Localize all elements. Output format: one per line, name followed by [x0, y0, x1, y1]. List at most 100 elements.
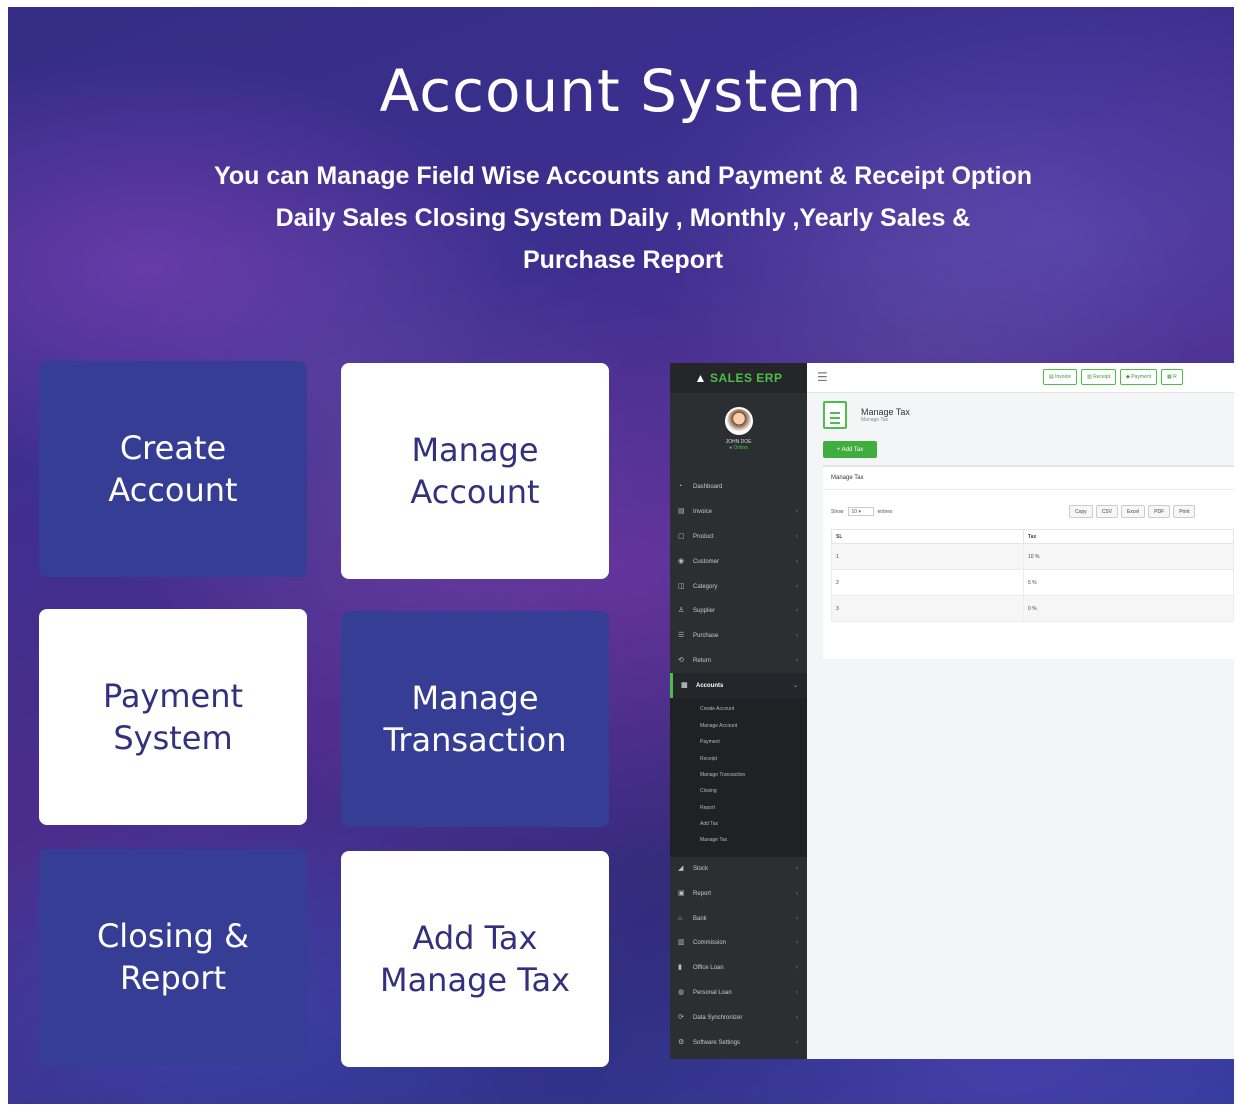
- add-tax-button[interactable]: + Add Tax: [823, 441, 877, 458]
- receipt-button[interactable]: ▥ Receipt: [1080, 369, 1117, 385]
- length-control: Show 10 ▾ entries: [831, 507, 893, 516]
- avatar[interactable]: [724, 407, 753, 435]
- table-row: 3 0 %: [831, 595, 1234, 622]
- document-icon: [823, 401, 847, 429]
- submenu-item-add-tax[interactable]: Add Tax: [670, 816, 807, 832]
- button-label: Payment: [1131, 374, 1152, 380]
- export-buttons: Copy CSV Excel PDF Print: [1069, 505, 1196, 518]
- card-manage-transaction: Manage Transaction: [341, 611, 609, 827]
- submenu-item-payment[interactable]: Payment: [670, 734, 807, 750]
- sidebar-item-product[interactable]: ▢ Product ‹: [670, 525, 807, 550]
- app-logo[interactable]: ▲ SALES ERP: [670, 363, 807, 393]
- chevron-left-icon: ‹: [796, 1039, 798, 1046]
- dashboard-icon: ◔: [678, 483, 683, 491]
- card-label: Manage Transaction: [383, 679, 567, 759]
- card-manage-account: Manage Account: [341, 363, 609, 579]
- chevron-left-icon: ‹: [796, 965, 798, 972]
- sidebar-item-customer[interactable]: ◉ Customer ‹: [670, 549, 807, 574]
- payment-button[interactable]: ◆ Payment: [1120, 369, 1158, 385]
- submenu-item-manage-account[interactable]: Manage Account: [670, 718, 807, 734]
- stock-icon: ◢: [678, 865, 684, 873]
- chevron-left-icon: ‹: [796, 940, 798, 947]
- sidebar-item-label: Bank: [693, 915, 707, 922]
- sidebar-item-label: Product: [693, 533, 714, 540]
- button-label: Invoice: [1055, 374, 1071, 380]
- submenu-item-create-account[interactable]: Create Account: [670, 701, 807, 717]
- sidebar-item-invoice[interactable]: ▤ Invoice ‹: [670, 500, 807, 525]
- sidebar-item-label: Purchase: [693, 633, 719, 640]
- chevron-left-icon: ‹: [796, 1014, 798, 1021]
- purchase-icon: ☰: [678, 632, 685, 640]
- print-button[interactable]: Print: [1173, 505, 1196, 518]
- sidebar-item-software-settings[interactable]: ⚙ Software Settings ‹: [670, 1030, 807, 1055]
- chevron-left-icon: ‹: [796, 915, 798, 922]
- entries-label: entries: [877, 508, 893, 515]
- overflow-button[interactable]: ▦ R: [1161, 369, 1183, 385]
- supplier-icon: ♙: [678, 607, 685, 615]
- menu-toggle-icon[interactable]: ☰: [817, 371, 828, 383]
- sidebar-item-personal-loan[interactable]: ◍ Personal Loan ‹: [670, 981, 807, 1006]
- sidebar-item-label: Accounts: [696, 682, 724, 689]
- sidebar-item-label: Stock: [693, 866, 709, 873]
- sidebar: ▲ SALES ERP JOHN DOE ● Online ◔ Dashboard …: [670, 363, 807, 1059]
- excel-button[interactable]: Excel: [1120, 505, 1146, 518]
- subtitle-line: Daily Sales Closing System Daily , Month…: [275, 204, 971, 232]
- sidebar-item-label: Personal Loan: [693, 990, 732, 997]
- column-header-sl[interactable]: SL: [831, 529, 1024, 544]
- commission-icon: ▥: [678, 939, 685, 947]
- card-label: Add Tax Manage Tax: [379, 919, 571, 999]
- sidebar-item-label: Data Synchronizer: [693, 1014, 743, 1021]
- accounts-submenu: Create Account Manage Account Payment Re…: [670, 698, 807, 857]
- accounts-icon: ▦: [681, 681, 688, 689]
- chevron-left-icon: ‹: [796, 633, 798, 640]
- pdf-button[interactable]: PDF: [1148, 505, 1171, 518]
- sidebar-item-return[interactable]: ⟲ Return ‹: [670, 649, 807, 674]
- invoice-button[interactable]: ▤ Invoice: [1043, 369, 1077, 385]
- submenu-item-closing[interactable]: Closing: [670, 783, 807, 799]
- copy-button[interactable]: Copy: [1069, 505, 1093, 518]
- sidebar-item-office-loan[interactable]: ▮ Office Loan ‹: [670, 956, 807, 981]
- chevron-left-icon: ‹: [796, 558, 798, 565]
- submenu-item-manage-tax[interactable]: Manage Tax: [670, 832, 807, 848]
- top-buttons: ▤ Invoice ▥ Receipt ◆ Payment ▦ R: [1043, 369, 1183, 385]
- personal-loan-icon: ◍: [678, 989, 685, 997]
- breadcrumb[interactable]: Manage Tax: [861, 417, 910, 423]
- office-loan-icon: ▮: [678, 964, 682, 972]
- product-icon: ▢: [678, 532, 685, 540]
- table-row: 2 5 %: [831, 569, 1234, 596]
- sidebar-item-category[interactable]: ◫ Category ‹: [670, 574, 807, 599]
- chevron-left-icon: ‹: [796, 583, 798, 590]
- chevron-left-icon: ‹: [796, 990, 798, 997]
- card-payment-system: Payment System: [39, 609, 307, 825]
- return-icon: ⟲: [678, 656, 684, 664]
- sidebar-item-label: Customer: [693, 558, 720, 565]
- csv-button[interactable]: CSV: [1095, 505, 1118, 518]
- sidebar-item-bank[interactable]: ⌂ Bank ‹: [670, 906, 807, 931]
- chevron-left-icon: ‹: [796, 866, 798, 873]
- logo-text: SALES ERP: [709, 371, 783, 385]
- sidebar-item-commission[interactable]: ▥ Commission ‹: [670, 931, 807, 956]
- user-status: ● Online: [729, 445, 748, 451]
- sidebar-item-purchase[interactable]: ☰ Purchase ‹: [670, 624, 807, 649]
- sidebar-item-accounts[interactable]: ▦ Accounts ⌄: [670, 673, 807, 699]
- banner-title: Account System: [379, 57, 863, 125]
- sidebar-item-dashboard[interactable]: ◔ Dashboard: [670, 475, 807, 500]
- sidebar-item-data-synchronizer[interactable]: ⟳ Data Synchronizer ‹: [670, 1005, 807, 1030]
- submenu-item-receipt[interactable]: Receipt: [670, 750, 807, 766]
- sync-icon: ⟳: [678, 1013, 684, 1021]
- card-create-account: Create Account: [39, 361, 307, 577]
- sidebar-item-stock[interactable]: ◢ Stock ‹: [670, 857, 807, 882]
- sidebar-item-report[interactable]: ▣ Report ‹: [670, 881, 807, 906]
- logo-mark-icon: ▲: [694, 371, 707, 385]
- table-cell: 10 %: [1023, 543, 1234, 570]
- sidebar-item-supplier[interactable]: ♙ Supplier ‹: [670, 599, 807, 624]
- table-cell: 1: [831, 543, 1024, 570]
- entries-select[interactable]: 10 ▾: [847, 507, 874, 516]
- chevron-left-icon: ‹: [796, 657, 798, 664]
- submenu-item-manage-transaction[interactable]: Manage Transaction: [670, 767, 807, 783]
- banner: Account System You can Manage Field Wise…: [8, 7, 1234, 1104]
- submenu-item-report[interactable]: Report: [670, 800, 807, 816]
- app-screenshot: ▲ SALES ERP JOHN DOE ● Online ◔ Dashboard …: [670, 363, 1234, 1059]
- table-cell: 3: [831, 595, 1024, 622]
- column-header-tax[interactable]: Tax: [1023, 529, 1234, 544]
